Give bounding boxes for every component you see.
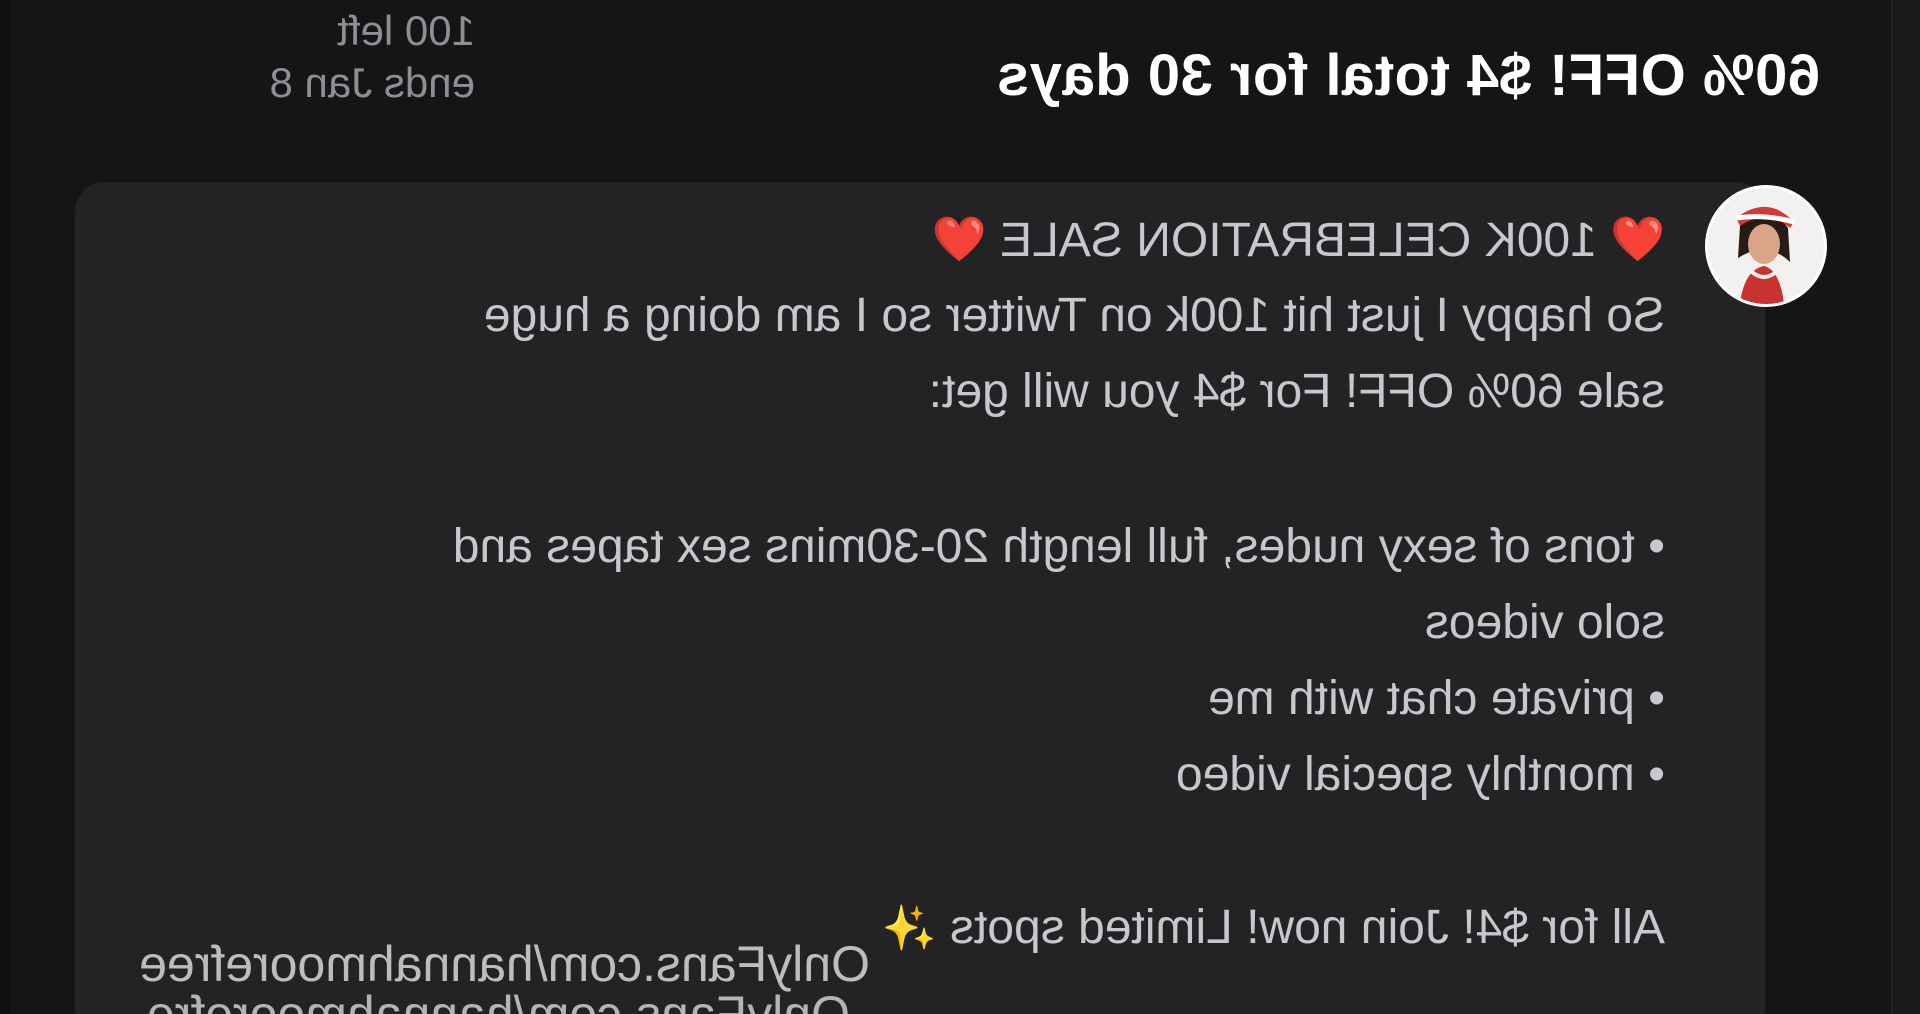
sparkle-icon: ✨ [881,904,937,953]
list-item: • private chat with me [145,661,1665,737]
offer-remaining: 100 left [337,7,475,54]
scrollbar-edge[interactable] [1891,0,1920,1014]
intro-line: So happy I just hit 100k on Twitter so I… [483,289,1665,342]
profile-avatar-icon[interactable] [1705,185,1827,307]
bullet-icon: • [1648,748,1665,801]
list-item-text: monthly special video [1175,748,1635,801]
mirrored-content: 60% OFF! $4 total for 30 days 100 left e… [0,0,1920,1014]
offer-ends: ends Jan 8 [269,59,476,106]
message-heading: ❤️ 100K CELEBRATION SALE ❤️ [145,205,1665,275]
bullet-icon: • [1648,672,1665,725]
list-item-continuation: solo videos [1424,596,1665,649]
list-item-text: tons of sexy nudes, full length 20-30min… [452,520,1635,573]
screen: 60% OFF! $4 total for 30 days 100 left e… [0,0,1920,1014]
heading-text: 100K CELEBRATION SALE [1000,214,1597,267]
list-item: • monthly special video [145,737,1665,813]
list-item: • tons of sexy nudes, full length 20-30m… [145,509,1665,585]
heart-icon: ❤️ [1610,215,1665,264]
closing-text: All for $4! Join now! Limited spots [949,901,1665,954]
intro-line: sale 60% OFF! For $4 you will get: [928,365,1665,418]
list-item-text: private chat with me [1208,672,1635,725]
offer-title: 60% OFF! $4 total for 30 days [996,43,1820,108]
message-body: ❤️ 100K CELEBRATION SALE ❤️ So happy I j… [145,205,1665,963]
bullet-icon: • [1648,520,1665,573]
heart-icon: ❤️ [932,215,987,264]
edge-shade [0,0,10,1014]
offer-meta: 100 left ends Jan 8 [270,5,476,109]
watermark-link[interactable]: OnlyFans.com/hannahmoorefre [147,985,850,1014]
